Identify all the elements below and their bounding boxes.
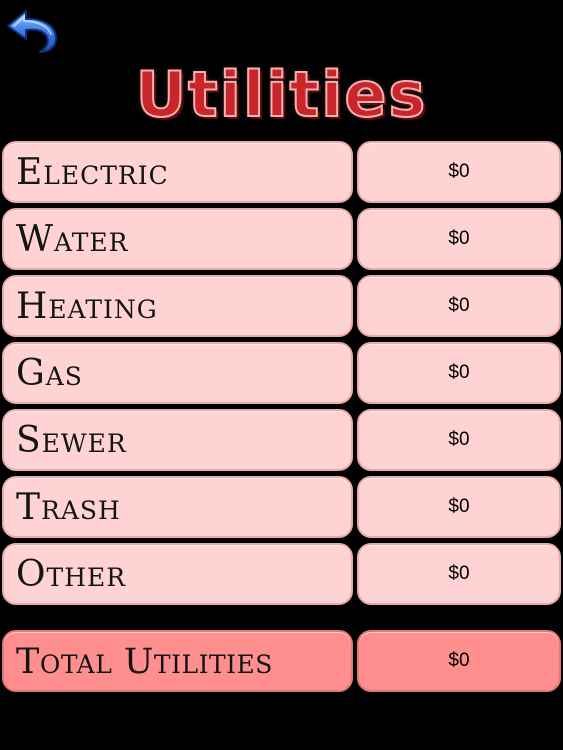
total-amount-display: $0 — [357, 630, 561, 692]
utility-label-cell: Other — [2, 543, 353, 605]
utility-label: Gas — [16, 353, 83, 394]
utility-amount: $0 — [448, 429, 470, 450]
utility-label: Sewer — [16, 420, 127, 461]
utility-amount: $0 — [448, 161, 470, 182]
utility-amount: $0 — [448, 362, 470, 383]
total-label: Total Utilities — [16, 642, 273, 682]
gas-amount-field[interactable]: $0 — [357, 342, 561, 404]
utility-label: Water — [16, 219, 129, 260]
sewer-amount-field[interactable]: $0 — [357, 409, 561, 471]
undo-arrow-icon — [4, 8, 60, 54]
utility-label-cell: Heating — [2, 275, 353, 337]
utility-row-gas: Gas $0 — [2, 342, 561, 404]
utility-label: Other — [16, 554, 127, 595]
other-amount-field[interactable]: $0 — [357, 543, 561, 605]
utility-row-sewer: Sewer $0 — [2, 409, 561, 471]
utility-row-electric: Electric $0 — [2, 141, 561, 203]
utility-amount: $0 — [448, 563, 470, 584]
total-label-cell: Total Utilities — [2, 630, 353, 692]
utility-label-cell: Sewer — [2, 409, 353, 471]
utility-row-trash: Trash $0 — [2, 476, 561, 538]
back-button[interactable] — [4, 8, 60, 54]
utility-label: Trash — [16, 487, 121, 528]
utility-row-other: Other $0 — [2, 543, 561, 605]
utility-amount: $0 — [448, 496, 470, 517]
utility-label: Electric — [16, 152, 169, 193]
utility-label: Heating — [16, 286, 158, 327]
utility-label-cell: Water — [2, 208, 353, 270]
water-amount-field[interactable]: $0 — [357, 208, 561, 270]
utility-label-cell: Trash — [2, 476, 353, 538]
trash-amount-field[interactable]: $0 — [357, 476, 561, 538]
total-amount: $0 — [448, 650, 470, 671]
heating-amount-field[interactable]: $0 — [357, 275, 561, 337]
utility-label-cell: Gas — [2, 342, 353, 404]
utility-row-water: Water $0 — [2, 208, 561, 270]
utility-label-cell: Electric — [2, 141, 353, 203]
utility-amount: $0 — [448, 295, 470, 316]
total-utilities-row: Total Utilities $0 — [2, 630, 561, 692]
page-title: Utilities — [135, 57, 428, 132]
electric-amount-field[interactable]: $0 — [357, 141, 561, 203]
utility-amount: $0 — [448, 228, 470, 249]
utility-row-heating: Heating $0 — [2, 275, 561, 337]
